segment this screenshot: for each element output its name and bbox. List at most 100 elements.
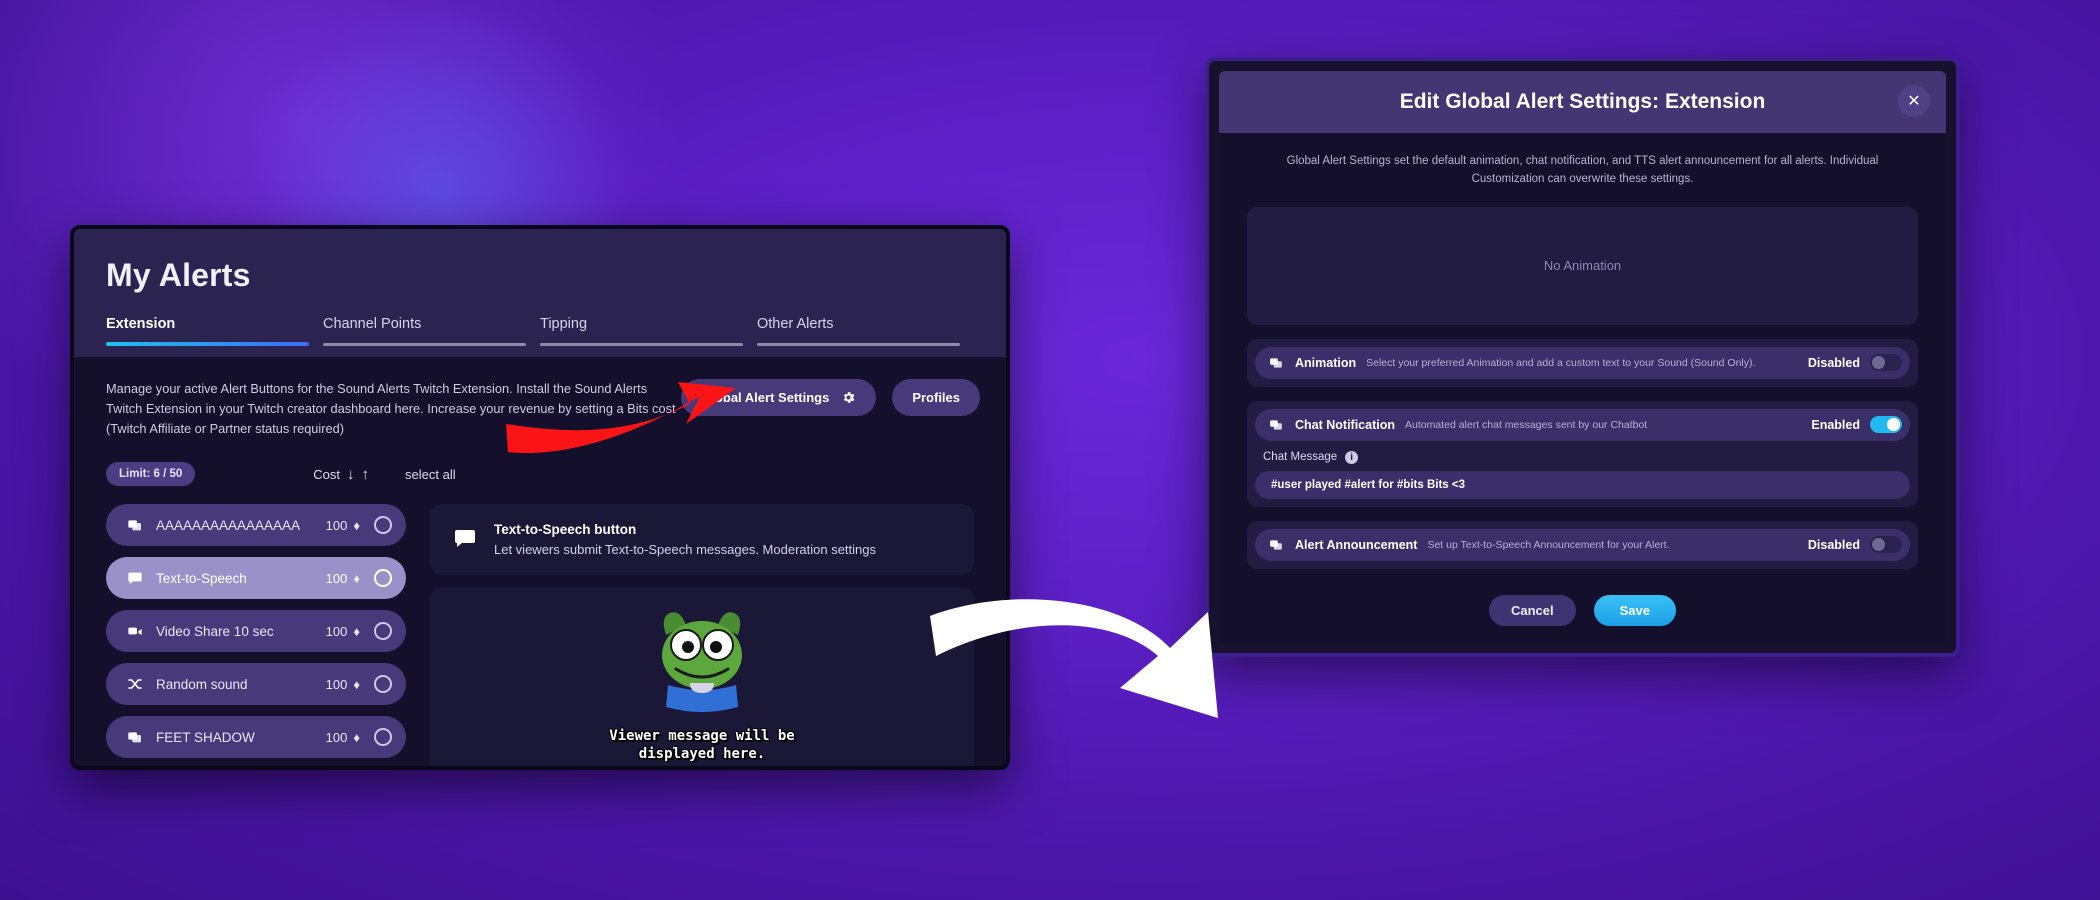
- alert-list: AAAAAAAAAAAAAAAA 100 ♦ Text-to-Speech 10…: [106, 504, 406, 766]
- preview-message-line2: displayed here.: [638, 745, 766, 762]
- preview-message-line1: Viewer message will be: [609, 728, 795, 745]
- global-alert-settings-modal: Edit Global Alert Settings: Extension ✕ …: [1205, 57, 1960, 657]
- alert-item-label: AAAAAAAAAAAAAAAA: [156, 517, 301, 533]
- profiles-button[interactable]: Profiles: [892, 379, 980, 416]
- chat-notification-block: Chat Notification Automated alert chat m…: [1247, 400, 1918, 507]
- tab-extension[interactable]: Extension: [106, 316, 323, 346]
- pepe-frog-emote: [646, 609, 758, 722]
- alert-item-label: Video Share 10 sec: [156, 623, 274, 639]
- chat-message-label: Chat Message: [1263, 451, 1338, 464]
- speech-bubble-icon: [452, 526, 478, 550]
- animation-toggle[interactable]: [1870, 354, 1902, 372]
- tab-channel-points[interactable]: Channel Points: [323, 316, 540, 346]
- limit-badge: Limit: 6 / 50: [106, 462, 196, 487]
- alert-detail-column: Text-to-Speech button Let viewers submit…: [430, 504, 974, 766]
- arrow-down-icon[interactable]: ↓: [347, 466, 355, 483]
- chat-notification-setting-row[interactable]: Chat Notification Automated alert chat m…: [1255, 408, 1910, 441]
- modal-body: Global Alert Settings set the default an…: [1219, 133, 1946, 626]
- chat-message-label-row: Chat Message i: [1263, 450, 1910, 464]
- bits-icon: ♦: [353, 623, 360, 639]
- image-stack-icon: [124, 729, 146, 745]
- alert-announcement-state: Disabled: [1807, 537, 1860, 552]
- alert-item-radio[interactable]: [374, 675, 392, 694]
- alert-item-cost: 100: [325, 623, 348, 639]
- image-icon: [1269, 538, 1287, 552]
- save-button[interactable]: Save: [1593, 594, 1676, 626]
- bits-icon: ♦: [353, 517, 360, 533]
- gear-icon: [841, 390, 856, 405]
- modal-footer: Cancel Save: [1247, 594, 1918, 626]
- alert-item-cost: 100: [325, 570, 348, 586]
- alerts-meta-row: Limit: 6 / 50 Cost ↓ ↑ select all: [106, 462, 974, 487]
- alert-list-item[interactable]: FEET SHADOW 100 ♦: [106, 716, 406, 759]
- alert-list-item[interactable]: AAAAAAAAAAAAAAAA 100 ♦: [106, 504, 406, 547]
- toggle-knob: [1887, 418, 1900, 432]
- animation-setting-name: Animation: [1295, 355, 1357, 370]
- animation-setting-block: Animation Select your preferred Animatio…: [1247, 338, 1918, 387]
- shuffle-icon: [124, 676, 146, 692]
- alerts-body: Manage your active Alert Buttons for the…: [74, 357, 1006, 766]
- toggle-knob: [1872, 538, 1885, 552]
- alerts-tabs: Extension Channel Points Tipping Other A…: [106, 316, 974, 346]
- alert-item-radio[interactable]: [374, 622, 392, 641]
- alert-item-cost: 100: [325, 517, 348, 533]
- my-alerts-window: My Alerts Extension Channel Points Tippi…: [70, 225, 1010, 770]
- alert-item-label: Random sound: [156, 676, 248, 692]
- alert-item-label: FEET SHADOW: [156, 729, 255, 745]
- alert-item-label: Text-to-Speech: [156, 570, 247, 586]
- cost-label: Cost: [313, 466, 341, 482]
- chat-message-value: #user played #alert for #bits Bits <3: [1271, 478, 1465, 491]
- alert-announcement-name: Alert Announcement: [1295, 537, 1418, 552]
- toggle-knob: [1872, 356, 1885, 370]
- alert-item-cost: 100: [325, 676, 348, 692]
- bits-icon: ♦: [353, 729, 360, 745]
- bits-icon: ♦: [353, 676, 360, 692]
- modal-description: Global Alert Settings set the default an…: [1286, 155, 1879, 185]
- alert-announcement-toggle[interactable]: [1870, 536, 1902, 554]
- cost-sort-control[interactable]: Cost ↓ ↑: [313, 466, 369, 483]
- speech-bubble-icon: [124, 570, 146, 586]
- cancel-button[interactable]: Cancel: [1488, 594, 1576, 626]
- info-icon[interactable]: i: [1345, 450, 1359, 464]
- modal-header: Edit Global Alert Settings: Extension ✕: [1219, 71, 1946, 133]
- animation-setting-state: Disabled: [1807, 355, 1860, 370]
- chat-message-input[interactable]: #user played #alert for #bits Bits <3: [1255, 470, 1910, 499]
- alert-announcement-block: Alert Announcement Set up Text-to-Speech…: [1247, 520, 1918, 569]
- tab-tipping[interactable]: Tipping: [540, 316, 757, 346]
- alerts-columns: AAAAAAAAAAAAAAAA 100 ♦ Text-to-Speech 10…: [106, 504, 974, 766]
- animation-setting-description: Select your preferred Animation and add …: [1366, 356, 1756, 369]
- chat-notification-setting-state: Enabled: [1811, 417, 1860, 432]
- arrow-up-icon[interactable]: ↑: [362, 466, 370, 483]
- bits-icon: ♦: [353, 570, 360, 586]
- modal-title: Edit Global Alert Settings: Extension: [1399, 90, 1766, 113]
- modal-inner: Edit Global Alert Settings: Extension ✕ …: [1219, 71, 1946, 643]
- alert-item-radio[interactable]: [374, 516, 392, 535]
- alert-detail-title: Text-to-Speech button: [494, 522, 637, 538]
- chat-notification-toggle[interactable]: [1870, 416, 1902, 434]
- video-camera-icon: [124, 623, 146, 639]
- alert-item-radio[interactable]: [374, 728, 392, 747]
- tab-other-alerts[interactable]: Other Alerts: [757, 316, 974, 346]
- alert-list-item[interactable]: Text-to-Speech 100 ♦: [106, 557, 406, 600]
- global-alert-settings-button[interactable]: Global Alert Settings: [681, 379, 877, 416]
- alert-item-radio[interactable]: [374, 569, 392, 588]
- alerts-description: Manage your active Alert Buttons for the…: [106, 381, 676, 436]
- close-icon[interactable]: ✕: [1898, 85, 1930, 117]
- no-animation-text: No Animation: [1543, 258, 1622, 274]
- preview-message: Viewer message will be displayed here.: [609, 728, 794, 763]
- alerts-action-buttons: Global Alert Settings Profiles: [681, 379, 980, 416]
- alert-announcement-description: Set up Text-to-Speech Announcement for y…: [1427, 538, 1670, 551]
- animation-preview: No Animation: [1247, 206, 1918, 325]
- alert-preview-card: Viewer message will be displayed here.: [430, 587, 974, 766]
- alert-item-cost: 100: [325, 729, 348, 745]
- alert-announcement-setting-row[interactable]: Alert Announcement Set up Text-to-Speech…: [1255, 528, 1910, 561]
- alert-detail-card: Text-to-Speech button Let viewers submit…: [430, 504, 974, 576]
- animation-setting-row[interactable]: Animation Select your preferred Animatio…: [1255, 346, 1910, 379]
- global-alert-settings-label: Global Alert Settings: [701, 390, 830, 405]
- alert-list-item[interactable]: Video Share 10 sec 100 ♦: [106, 610, 406, 653]
- alert-detail-subtitle: Let viewers submit Text-to-Speech messag…: [494, 542, 876, 558]
- alert-list-item[interactable]: Random sound 100 ♦: [106, 663, 406, 706]
- chat-notification-setting-description: Automated alert chat messages sent by ou…: [1405, 418, 1648, 431]
- chat-notification-setting-name: Chat Notification: [1295, 417, 1395, 432]
- select-all-link[interactable]: select all: [405, 467, 456, 482]
